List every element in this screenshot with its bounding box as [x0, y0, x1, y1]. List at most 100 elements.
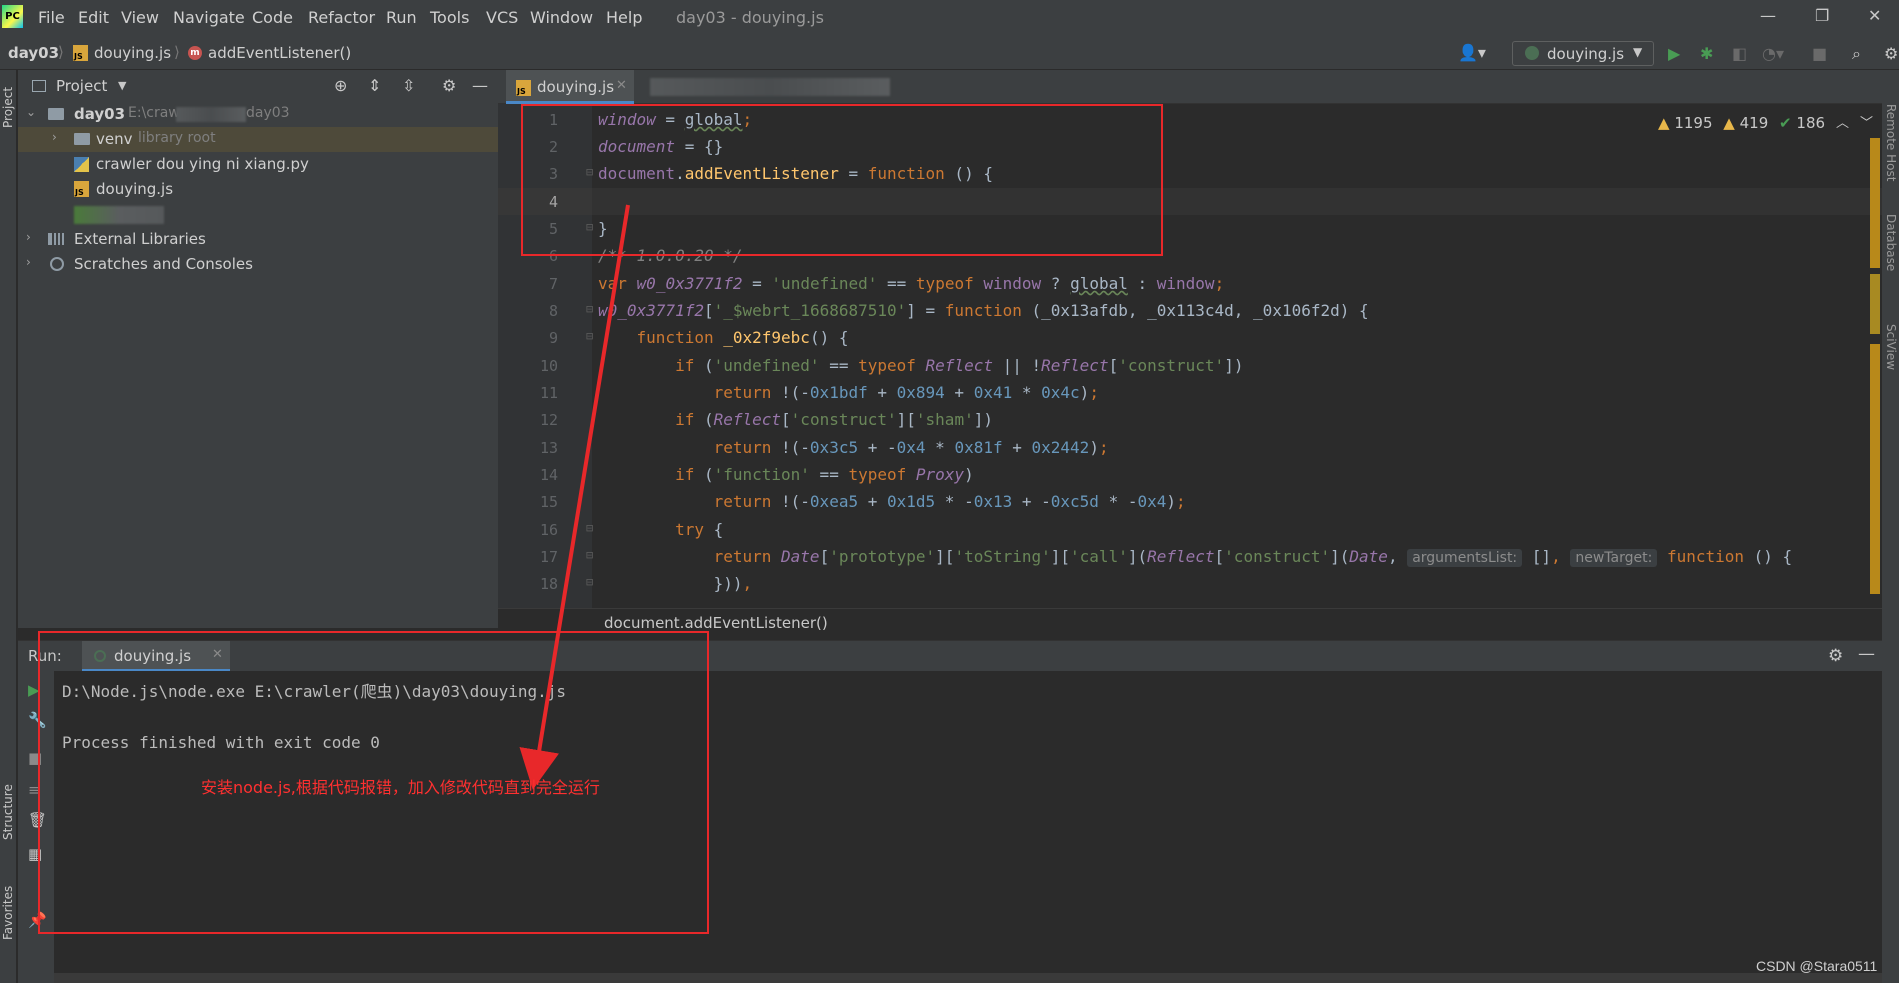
- folder-icon: [48, 108, 64, 120]
- watermark: CSDN @Stara0511: [1756, 958, 1878, 974]
- inspection-widget[interactable]: ▲ 1195 ▲ 419 ✔ 186: [1658, 114, 1825, 132]
- breadcrumb-file[interactable]: douying.js: [94, 44, 171, 62]
- error-stripe[interactable]: [1868, 134, 1882, 604]
- parameter-hint: newTarget:: [1570, 549, 1658, 567]
- line-number: 7: [548, 275, 558, 293]
- menu-tools[interactable]: Tools: [430, 8, 469, 27]
- menu-view[interactable]: View: [121, 8, 159, 27]
- chevron-down-icon: ▼: [1633, 45, 1643, 59]
- fold-marker-icon[interactable]: ⊟: [586, 548, 593, 562]
- weak-warning-icon: ▲: [1723, 114, 1735, 132]
- chevron-down-icon[interactable]: ▼: [118, 79, 126, 92]
- menu-navigate[interactable]: Navigate: [173, 8, 245, 27]
- hide-panel-icon[interactable]: —: [472, 76, 488, 95]
- tree-item-external-libraries[interactable]: › External Libraries: [18, 227, 498, 252]
- breadcrumb-method[interactable]: addEventListener(): [208, 44, 351, 62]
- structure-tool-tab[interactable]: Structure: [1, 784, 15, 840]
- coverage-icon[interactable]: ◧: [1732, 44, 1747, 63]
- menu-refactor[interactable]: Refactor: [308, 8, 375, 27]
- menu-window[interactable]: Window: [530, 8, 593, 27]
- fold-marker-icon[interactable]: ⊟: [586, 329, 593, 343]
- settings-icon[interactable]: ⚙: [1884, 44, 1898, 63]
- sciview-tool-tab[interactable]: SciView: [1884, 324, 1898, 370]
- tree-item-label: douying.js: [96, 180, 174, 198]
- menu-edit[interactable]: Edit: [78, 8, 109, 27]
- nodejs-icon: [1525, 46, 1539, 60]
- stop-icon[interactable]: ■: [1812, 44, 1827, 63]
- breadcrumb-project[interactable]: day03: [8, 44, 59, 62]
- chevron-right-icon[interactable]: ›: [26, 255, 31, 269]
- line-number: 16: [539, 521, 558, 539]
- user-icon[interactable]: 👤▾: [1458, 43, 1486, 62]
- chevron-right-icon[interactable]: ›: [52, 130, 57, 144]
- tree-item-label: Scratches and Consoles: [74, 255, 253, 273]
- menu-bar: PC File Edit View Navigate Code Refactor…: [0, 0, 1899, 36]
- tree-item-day03[interactable]: ⌄ day03 E:\craw day03: [18, 102, 498, 127]
- project-panel-header: Project ▼ ⊕ ⇕ ⇳ ⚙ —: [18, 70, 498, 102]
- chevron-down-icon[interactable]: ﹀: [1860, 112, 1873, 131]
- fold-marker-icon[interactable]: ⊟: [586, 575, 593, 589]
- tree-item-label: External Libraries: [74, 230, 206, 248]
- menu-file[interactable]: File: [38, 8, 65, 27]
- run-icon[interactable]: ▶: [1668, 44, 1680, 63]
- close-window-icon[interactable]: ✕: [1868, 6, 1881, 25]
- warning-count: 1195: [1674, 114, 1713, 132]
- tree-item-hint: library root: [138, 130, 216, 146]
- gear-icon[interactable]: ⚙: [442, 76, 456, 95]
- gear-icon[interactable]: ⚙: [1828, 646, 1843, 666]
- js-file-icon: [73, 45, 88, 61]
- code-line-16: try {: [675, 520, 724, 539]
- redacted-area: [176, 107, 246, 122]
- weak-warning-count: 419: [1739, 114, 1769, 132]
- run-configuration-select[interactable]: douying.js ▼: [1512, 41, 1654, 66]
- favorites-tool-tab[interactable]: Favorites: [1, 886, 15, 940]
- fold-marker-icon[interactable]: ⊟: [586, 521, 593, 535]
- chevron-up-icon[interactable]: ︿: [1836, 112, 1849, 131]
- annotation-text: 安装node.js,根据代码报错，加入修改代码直到完全运行: [201, 778, 600, 797]
- tree-item-venv[interactable]: › venv library root: [18, 127, 498, 152]
- tree-item-path: E:\craw: [128, 105, 180, 121]
- expand-all-icon[interactable]: ⇕: [368, 76, 381, 95]
- project-tool-tab[interactable]: Project: [1, 87, 15, 128]
- code-line-7: var w0_0x3771f2 = 'undefined' == typeof …: [598, 274, 1225, 293]
- editor-tab-douying[interactable]: douying.js ✕: [506, 70, 634, 104]
- menu-help[interactable]: Help: [606, 8, 642, 27]
- project-panel-title[interactable]: Project: [56, 77, 107, 95]
- line-number: 8: [548, 302, 558, 320]
- method-icon: m: [188, 46, 202, 60]
- restore-window-icon[interactable]: ❐: [1815, 6, 1829, 25]
- database-tool-tab[interactable]: Database: [1884, 214, 1898, 271]
- menu-vcs[interactable]: VCS: [486, 8, 518, 27]
- tree-item-path-tail: day03: [246, 105, 290, 121]
- editor-breadcrumb[interactable]: document.addEventListener(): [604, 614, 828, 632]
- debug-icon[interactable]: ✱: [1700, 44, 1713, 63]
- line-number: 12: [539, 411, 558, 429]
- hide-panel-icon[interactable]: —: [1858, 644, 1875, 664]
- typo-count: 186: [1796, 114, 1826, 132]
- fold-marker-icon[interactable]: ⊟: [586, 302, 593, 316]
- menu-run[interactable]: Run: [386, 8, 417, 27]
- close-icon[interactable]: ✕: [616, 78, 627, 93]
- minimize-window-icon[interactable]: —: [1760, 6, 1776, 25]
- line-number: 13: [539, 439, 558, 457]
- line-number: 14: [539, 466, 558, 484]
- line-number: 18: [539, 575, 558, 593]
- profile-icon[interactable]: ◔▾: [1762, 44, 1784, 63]
- tree-item-redacted[interactable]: [18, 202, 498, 227]
- remote-host-tool-tab[interactable]: Remote Host: [1884, 104, 1898, 181]
- search-icon[interactable]: ⌕: [1852, 44, 1861, 64]
- folder-icon: [74, 133, 90, 145]
- chevron-right-icon[interactable]: ›: [26, 230, 31, 244]
- tree-item-douying-js[interactable]: douying.js: [18, 177, 498, 202]
- navigation-bar: day03 ⟩ douying.js ⟩ m addEventListener(…: [0, 36, 1899, 70]
- menu-code[interactable]: Code: [252, 8, 293, 27]
- tree-item-python-file[interactable]: crawler dou ying ni xiang.py: [18, 152, 498, 177]
- locate-file-icon[interactable]: ⊕: [334, 76, 347, 95]
- horizontal-scrollbar[interactable]: [54, 973, 1882, 983]
- tree-item-scratches[interactable]: › Scratches and Consoles: [18, 252, 498, 277]
- breadcrumb-separator-icon: ⟩: [174, 43, 180, 61]
- chevron-down-icon[interactable]: ⌄: [26, 105, 36, 119]
- code-line-17: return Date['prototype']['toString']['ca…: [713, 547, 1793, 567]
- code-line-8: w0_0x3771f2['_$webrt_1668687510'] = func…: [598, 301, 1369, 320]
- collapse-all-icon[interactable]: ⇳: [402, 76, 415, 95]
